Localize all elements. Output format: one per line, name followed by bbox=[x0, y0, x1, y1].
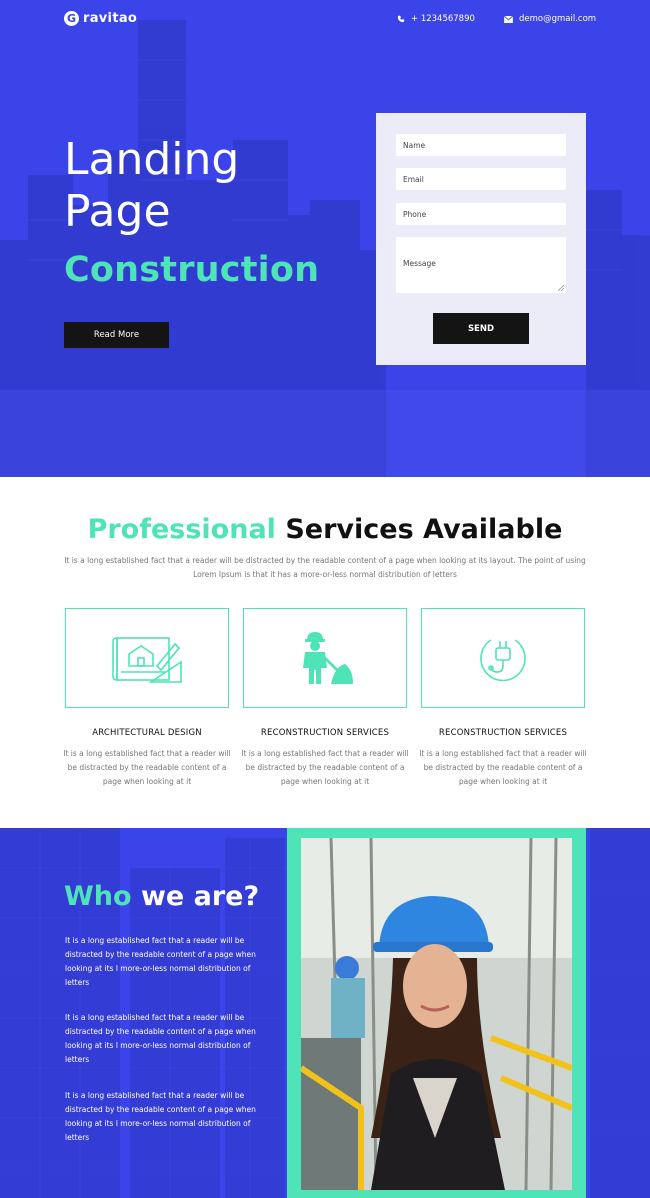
resize-handle-icon[interactable] bbox=[558, 285, 564, 291]
service-name: ARCHITECTURAL DESIGN bbox=[92, 728, 202, 738]
logo-mark: G bbox=[64, 11, 79, 26]
hero-title-line2: Page bbox=[64, 186, 171, 237]
hero-subtitle: Construction bbox=[64, 250, 320, 290]
services-description: It is a long established fact that a rea… bbox=[64, 556, 586, 579]
photo-frame bbox=[287, 828, 586, 1198]
email-input[interactable]: Email bbox=[396, 168, 566, 190]
service-name: RECONSTRUCTION SERVICES bbox=[260, 728, 390, 738]
message-placeholder: Message bbox=[403, 259, 436, 268]
who-title: Who we are? bbox=[64, 881, 259, 912]
nav-email[interactable]: demo@gmail.com bbox=[504, 14, 596, 24]
nav-phone[interactable]: + 1234567890 bbox=[397, 14, 475, 24]
who-we-are-section: Who we are? It is a long established fac… bbox=[0, 828, 650, 1198]
service-description: It is a long established fact that a rea… bbox=[63, 749, 231, 786]
construction-worker-photo bbox=[301, 838, 572, 1190]
service-name: RECONSTRUCTION SERVICES bbox=[438, 728, 568, 738]
who-paragraph: It is a long established fact that a rea… bbox=[65, 1013, 256, 1064]
hero-section: G ravitao + 1234567890 demo@gmail.com La… bbox=[0, 0, 650, 477]
envelope-icon bbox=[504, 15, 513, 23]
contact-form: Name Email Phone Message SEND bbox=[376, 113, 586, 365]
name-input[interactable]: Name bbox=[396, 134, 566, 156]
send-button[interactable]: SEND bbox=[433, 313, 529, 344]
top-nav: G ravitao + 1234567890 demo@gmail.com bbox=[0, 0, 650, 40]
who-paragraph: It is a long established fact that a rea… bbox=[65, 936, 256, 987]
read-more-button[interactable]: Read More bbox=[64, 322, 169, 348]
brand-name: ravitao bbox=[83, 11, 138, 26]
who-title-accent: Who bbox=[64, 881, 132, 912]
service-description: It is a long established fact that a rea… bbox=[419, 749, 587, 786]
message-textarea[interactable]: Message bbox=[396, 237, 566, 293]
who-paragraph: It is a long established fact that a rea… bbox=[65, 1091, 256, 1142]
email-text: demo@gmail.com bbox=[519, 14, 597, 24]
phone-icon bbox=[397, 15, 405, 23]
brand-logo[interactable]: G ravitao bbox=[64, 11, 137, 26]
phone-text: + 1234567890 bbox=[411, 14, 475, 24]
hero-title-line1: Landing bbox=[64, 134, 240, 185]
blueprint-icon bbox=[112, 637, 182, 683]
power-plug-icon bbox=[480, 639, 526, 682]
service-card-reconstruction-1[interactable] bbox=[243, 608, 407, 708]
phone-input[interactable]: Phone bbox=[396, 203, 566, 225]
services-title-accent: Professional bbox=[87, 514, 276, 545]
service-card-architectural[interactable] bbox=[65, 608, 229, 708]
service-description: It is a long established fact that a rea… bbox=[241, 749, 409, 786]
who-title-rest: we are? bbox=[131, 881, 260, 912]
services-title: Professional Services Available bbox=[0, 514, 650, 545]
worker-shovel-icon bbox=[303, 632, 353, 684]
services-section: Professional Services Available It is a … bbox=[0, 477, 650, 828]
hero-title: Landing Page bbox=[64, 134, 239, 238]
services-title-rest: Services Available bbox=[275, 514, 563, 545]
service-card-reconstruction-2[interactable] bbox=[421, 608, 585, 708]
